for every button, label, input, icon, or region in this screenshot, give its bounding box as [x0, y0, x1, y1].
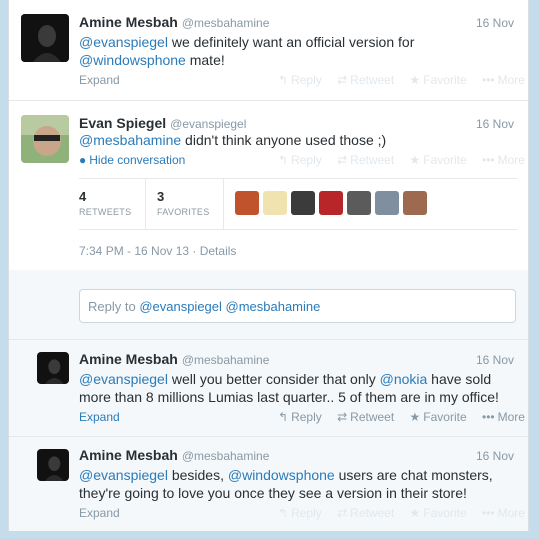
retweet-icon: ⇄ — [337, 410, 348, 424]
reply-mentions: @evanspiegel @mesbahamine — [139, 299, 321, 314]
retweet-icon: ⇄ — [337, 153, 348, 167]
more-button[interactable]: ••• More — [482, 506, 525, 520]
favoriters-avatars — [235, 191, 431, 220]
tweet-timestamp[interactable]: 16 Nov — [476, 449, 514, 463]
screen-name[interactable]: @evanspiegel — [170, 117, 246, 131]
more-icon: ••• — [482, 410, 495, 424]
avatar[interactable] — [37, 352, 69, 384]
tweet-text: @evanspiegel we definitely want an offic… — [79, 34, 415, 68]
reply-icon: ↰ — [278, 506, 289, 520]
conversation-stream: Amine Mesbah @mesbahamine 16 Nov @evanspi… — [8, 0, 529, 531]
speech-bubble-icon: ● — [79, 153, 87, 167]
tweet-1[interactable]: Amine Mesbah @mesbahamine 16 Nov @evanspi… — [9, 0, 528, 101]
screen-name[interactable]: @mesbahamine — [182, 449, 270, 463]
retweets-stat[interactable]: 4 RETWEETS — [79, 189, 131, 217]
reply-button[interactable]: ↰ Reply — [278, 153, 322, 167]
star-icon: ★ — [409, 73, 421, 87]
tweet-text: @evanspiegel besides, @windowsphone user… — [79, 467, 493, 501]
star-icon: ★ — [409, 153, 421, 167]
reply-icon: ↰ — [278, 410, 289, 424]
favorites-count[interactable]: 3 — [157, 189, 210, 204]
avatar[interactable] — [375, 191, 399, 215]
expand-link[interactable]: Expand — [79, 410, 120, 424]
reply-icon: ↰ — [278, 73, 289, 87]
favorite-button[interactable]: ★ Favorite — [410, 506, 467, 520]
retweet-button[interactable]: ⇄ Retweet — [337, 506, 394, 520]
reply-button[interactable]: ↰ Reply — [278, 73, 322, 87]
avatar[interactable] — [319, 191, 343, 215]
retweets-count[interactable]: 4 — [79, 189, 131, 204]
retweet-button[interactable]: ⇄ Retweet — [337, 153, 394, 167]
tweet-text: @evanspiegel well you better consider th… — [79, 371, 499, 405]
avatar[interactable] — [291, 191, 315, 215]
mention-link[interactable]: @evanspiegel — [79, 371, 168, 387]
retweets-label[interactable]: RETWEETS — [79, 207, 131, 217]
author-name[interactable]: Amine Mesbah @mesbahamine — [79, 351, 269, 367]
retweet-icon: ⇄ — [337, 73, 348, 87]
avatar[interactable] — [37, 449, 69, 481]
tweet-stats: 4 RETWEETS 3 FAVORITES — [79, 178, 517, 230]
tweet-actions: ↰ Reply ⇄ Retweet ★ Favorite ••• More — [278, 73, 537, 87]
divider — [223, 179, 224, 229]
more-icon: ••• — [482, 73, 495, 87]
screen-name[interactable]: @mesbahamine — [182, 353, 270, 367]
tweet-details[interactable]: 7:34 PM - 16 Nov 13 · Details — [79, 244, 236, 258]
tweet-actions: ↰ Reply ⇄ Retweet ★ Favorite ••• More — [278, 506, 537, 520]
retweet-button[interactable]: ⇄ Retweet — [337, 410, 394, 424]
display-name[interactable]: Amine Mesbah — [79, 14, 178, 30]
expand-link[interactable]: Expand — [79, 73, 120, 87]
avatar[interactable] — [21, 115, 69, 163]
star-icon: ★ — [409, 410, 421, 424]
avatar[interactable] — [347, 191, 371, 215]
mention-link[interactable]: @evanspiegel — [79, 467, 168, 483]
display-name[interactable]: Evan Spiegel — [79, 115, 166, 131]
author-name[interactable]: Amine Mesbah @mesbahamine — [79, 14, 269, 30]
favorites-stat[interactable]: 3 FAVORITES — [157, 189, 210, 217]
avatar[interactable] — [235, 191, 259, 215]
tweet-text: @mesbahamine didn't think anyone used th… — [79, 132, 387, 148]
favorite-button[interactable]: ★ Favorite — [410, 153, 467, 167]
avatar[interactable] — [403, 191, 427, 215]
retweet-icon: ⇄ — [337, 506, 348, 520]
more-button[interactable]: ••• More — [482, 73, 525, 87]
avatar[interactable] — [263, 191, 287, 215]
tweet-timestamp[interactable]: 16 Nov — [476, 117, 514, 131]
star-icon: ★ — [409, 506, 421, 520]
tweet-actions: ↰ Reply ⇄ Retweet ★ Favorite ••• More — [278, 410, 537, 424]
tweet-actions: ↰ Reply ⇄ Retweet ★ Favorite ••• More — [278, 153, 537, 167]
tweet-timestamp[interactable]: 16 Nov — [476, 353, 514, 367]
tweet-3[interactable]: Amine Mesbah @mesbahamine 16 Nov @evanspi… — [9, 340, 528, 437]
screen-name[interactable]: @mesbahamine — [182, 16, 270, 30]
tweet-timestamp[interactable]: 16 Nov — [476, 16, 514, 30]
mention-link[interactable]: @nokia — [380, 371, 428, 387]
more-icon: ••• — [482, 506, 495, 520]
reply-button[interactable]: ↰ Reply — [278, 506, 322, 520]
retweet-button[interactable]: ⇄ Retweet — [337, 73, 394, 87]
author-name[interactable]: Evan Spiegel @evanspiegel — [79, 115, 246, 131]
reply-icon: ↰ — [278, 153, 289, 167]
more-icon: ••• — [482, 153, 495, 167]
mention-link[interactable]: @windowsphone — [228, 467, 335, 483]
mention-link[interactable]: @mesbahamine — [79, 132, 181, 148]
expand-link[interactable]: Expand — [79, 506, 120, 520]
favorite-button[interactable]: ★ Favorite — [410, 410, 467, 424]
reply-button[interactable]: ↰ Reply — [278, 410, 322, 424]
divider — [145, 179, 146, 229]
reply-input[interactable]: Reply to @evanspiegel @mesbahamine — [79, 289, 516, 323]
more-button[interactable]: ••• More — [482, 410, 525, 424]
favorites-label[interactable]: FAVORITES — [157, 207, 210, 217]
hide-conversation-link[interactable]: ● Hide conversation — [79, 153, 185, 167]
avatar[interactable] — [21, 14, 69, 62]
tweet-4[interactable]: Amine Mesbah @mesbahamine 16 Nov @evanspi… — [9, 437, 528, 531]
mention-link[interactable]: @windowsphone — [79, 52, 186, 68]
display-name[interactable]: Amine Mesbah — [79, 447, 178, 463]
mention-link[interactable]: @evanspiegel — [79, 34, 168, 50]
more-button[interactable]: ••• More — [482, 153, 525, 167]
display-name[interactable]: Amine Mesbah — [79, 351, 178, 367]
favorite-button[interactable]: ★ Favorite — [410, 73, 467, 87]
author-name[interactable]: Amine Mesbah @mesbahamine — [79, 447, 269, 463]
